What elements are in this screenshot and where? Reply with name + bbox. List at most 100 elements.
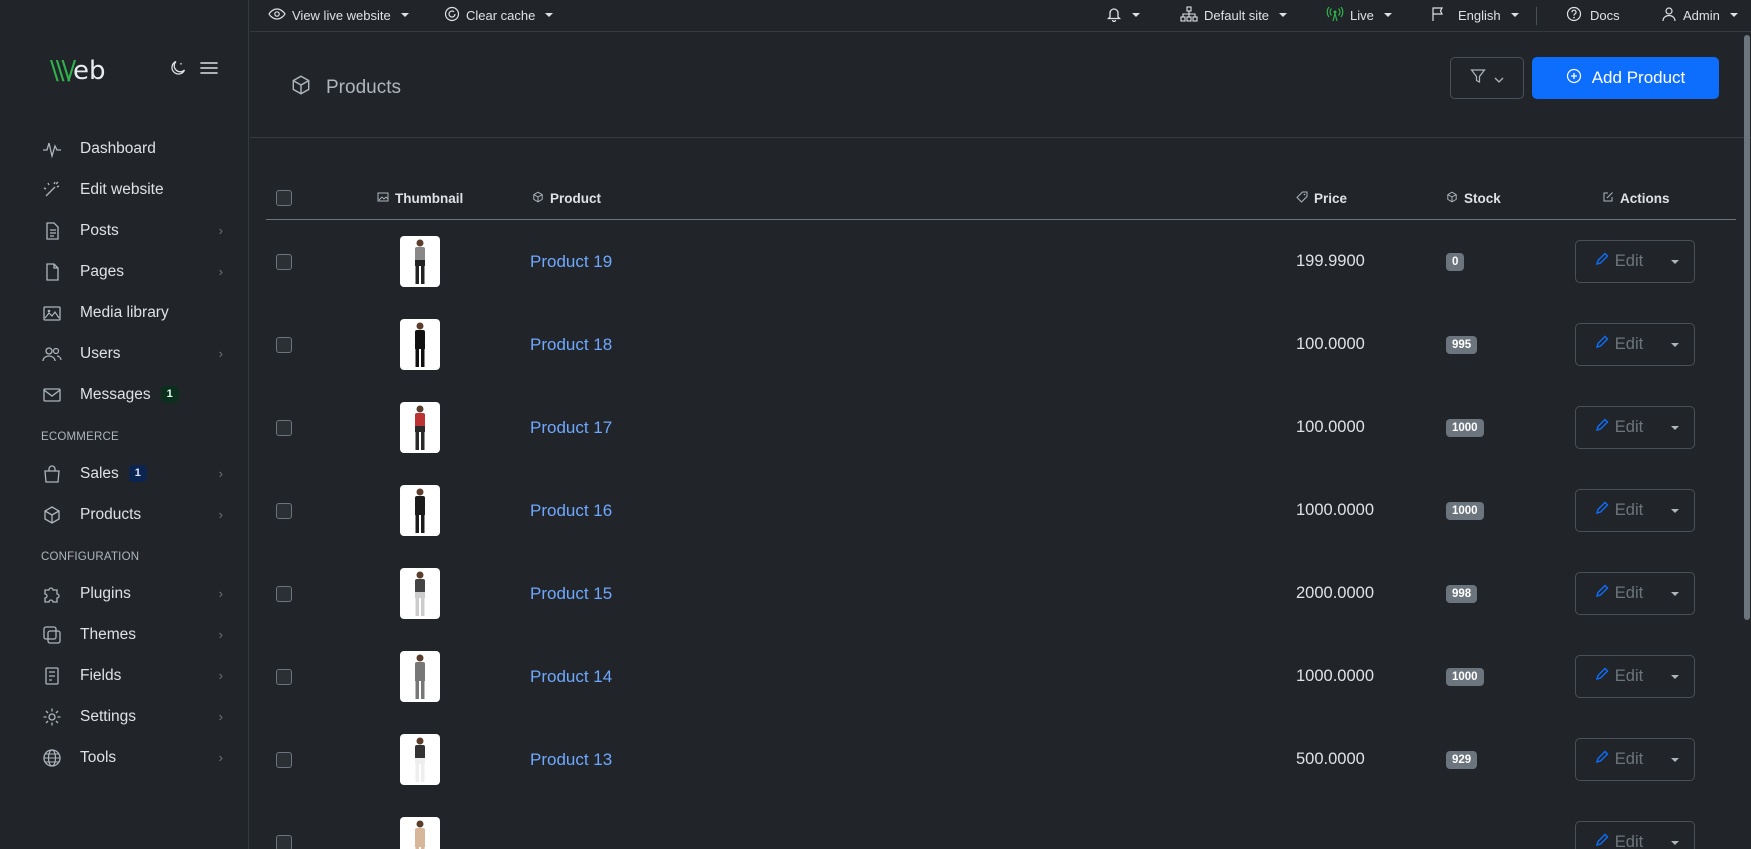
product-name-link[interactable]: Product 13 <box>530 750 612 770</box>
product-thumbnail[interactable] <box>400 817 440 849</box>
page-title: Products <box>290 74 401 102</box>
stock-badge: 1000 <box>1446 667 1484 686</box>
sidebar-item-posts[interactable]: Posts › <box>0 210 249 251</box>
product-name-link[interactable]: Product 14 <box>530 667 612 687</box>
select-all-checkbox[interactable] <box>276 190 292 206</box>
layers-icon <box>41 624 63 646</box>
chevron-right-icon: › <box>218 264 223 279</box>
edit-dropdown-toggle[interactable] <box>1656 324 1694 365</box>
product-name-link[interactable]: Product 15 <box>530 584 612 604</box>
column-stock[interactable]: Stock <box>1446 176 1501 220</box>
product-thumbnail[interactable] <box>400 319 440 370</box>
fields-icon <box>41 665 63 687</box>
row-checkbox[interactable] <box>276 253 292 270</box>
edit-dropdown-toggle[interactable] <box>1656 822 1694 849</box>
edit-button[interactable]: Edit <box>1576 656 1656 697</box>
edit-button[interactable]: Edit <box>1576 324 1656 365</box>
product-thumbnail[interactable] <box>400 485 440 536</box>
shopping-bag-icon <box>41 463 63 485</box>
product-name-link[interactable]: Product 16 <box>530 501 612 521</box>
messages-count-badge: 1 <box>160 386 179 403</box>
row-checkbox[interactable] <box>276 751 292 768</box>
view-live-website-label: View live website <box>292 7 391 23</box>
sidebar-item-plugins[interactable]: Plugins › <box>0 573 249 614</box>
logo[interactable]: \\\/eb <box>50 56 106 86</box>
live-status-dropdown[interactable]: Live <box>1326 0 1392 30</box>
sidebar-item-sales[interactable]: Sales 1 › <box>0 453 249 494</box>
column-thumbnail[interactable]: Thumbnail <box>377 176 463 220</box>
row-checkbox[interactable] <box>276 419 292 436</box>
clear-cache-dropdown[interactable]: Clear cache <box>444 0 554 30</box>
sidebar-item-edit-website[interactable]: Edit website <box>0 169 249 210</box>
column-price[interactable]: Price <box>1296 176 1347 220</box>
docs-link[interactable]: Docs <box>1566 0 1620 30</box>
stock-cell: 0 <box>1446 220 1465 303</box>
caret-down-icon <box>545 13 554 17</box>
product-thumbnail[interactable] <box>400 236 440 287</box>
edit-button-group: Edit <box>1575 738 1695 781</box>
stock-badge: 998 <box>1446 584 1478 603</box>
select-all-cell <box>276 176 292 220</box>
thumbnail-cell <box>400 303 440 386</box>
sidebar-item-label: Edit website <box>80 180 164 198</box>
product-name-link[interactable]: Product 19 <box>530 252 612 272</box>
broadcast-icon <box>1326 6 1344 25</box>
edit-dropdown-toggle[interactable] <box>1656 490 1694 531</box>
chevron-right-icon: › <box>218 466 223 481</box>
sidebar-item-products[interactable]: Products › <box>0 494 249 535</box>
filter-button[interactable] <box>1450 57 1524 99</box>
product-name-link[interactable]: Product 17 <box>530 418 612 438</box>
sidebar-item-dashboard[interactable]: Dashboard <box>0 128 249 169</box>
sidebar-item-settings[interactable]: Settings › <box>0 696 249 737</box>
edit-button[interactable]: Edit <box>1576 407 1656 448</box>
sidebar-item-messages[interactable]: Messages 1 <box>0 374 249 415</box>
row-checkbox[interactable] <box>276 834 292 849</box>
column-product[interactable]: Product <box>532 176 601 220</box>
edit-button[interactable]: Edit <box>1576 490 1656 531</box>
product-name-cell: Product 14 <box>530 635 612 718</box>
edit-button[interactable]: Edit <box>1576 573 1656 614</box>
flag-icon <box>1430 6 1446 25</box>
product-thumbnail[interactable] <box>400 734 440 785</box>
edit-dropdown-toggle[interactable] <box>1656 407 1694 448</box>
sidebar-item-themes[interactable]: Themes › <box>0 614 249 655</box>
site-selector-dropdown[interactable]: Default site <box>1180 0 1288 30</box>
row-checkbox[interactable] <box>276 502 292 519</box>
row-select-cell <box>276 552 292 635</box>
page-scrollbar[interactable] <box>1744 35 1750 620</box>
sidebar-item-fields[interactable]: Fields › <box>0 655 249 696</box>
edit-button[interactable]: Edit <box>1576 739 1656 780</box>
thumbnail-cell <box>400 386 440 469</box>
actions-cell: Edit <box>1575 303 1695 386</box>
dark-mode-icon[interactable] <box>170 60 186 80</box>
product-thumbnail[interactable] <box>400 568 440 619</box>
edit-dropdown-toggle[interactable] <box>1656 739 1694 780</box>
sidebar-item-pages[interactable]: Pages › <box>0 251 249 292</box>
sidebar-item-users[interactable]: Users › <box>0 333 249 374</box>
row-checkbox[interactable] <box>276 668 292 685</box>
edit-button[interactable]: Edit <box>1576 241 1656 282</box>
user-menu-dropdown[interactable]: Admin <box>1661 0 1738 30</box>
notifications-dropdown[interactable] <box>1106 0 1140 30</box>
row-checkbox[interactable] <box>276 336 292 353</box>
menu-toggle-icon[interactable] <box>200 61 218 79</box>
product-name-link[interactable]: Product 18 <box>530 335 612 355</box>
chevron-right-icon: › <box>218 586 223 601</box>
chevron-right-icon: › <box>218 750 223 765</box>
edit-dropdown-toggle[interactable] <box>1656 656 1694 697</box>
edit-dropdown-toggle[interactable] <box>1656 573 1694 614</box>
docs-label: Docs <box>1590 7 1620 23</box>
sidebar-item-media-library[interactable]: Media library <box>0 292 249 333</box>
edit-button[interactable]: Edit <box>1576 822 1656 849</box>
stock-badge: 0 <box>1446 252 1465 271</box>
product-thumbnail[interactable] <box>400 402 440 453</box>
language-dropdown[interactable]: English <box>1430 0 1519 30</box>
sidebar-item-tools[interactable]: Tools › <box>0 737 249 778</box>
box-icon <box>41 504 63 526</box>
row-checkbox[interactable] <box>276 585 292 602</box>
table-row: Edit <box>266 801 1736 849</box>
view-live-website-dropdown[interactable]: View live website <box>268 0 409 30</box>
product-thumbnail[interactable] <box>400 651 440 702</box>
edit-dropdown-toggle[interactable] <box>1656 241 1694 282</box>
add-product-button[interactable]: Add Product <box>1532 57 1719 99</box>
